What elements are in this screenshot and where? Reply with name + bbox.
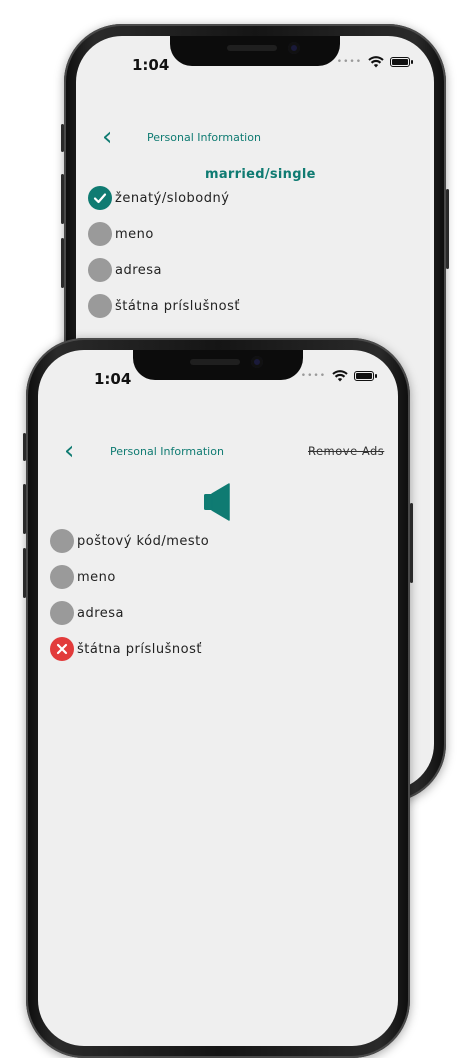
- radio-empty-icon: [88, 222, 112, 246]
- radio-empty-icon: [88, 294, 112, 318]
- volume-up-button: [61, 174, 64, 224]
- signal-icon: ••••: [336, 57, 362, 67]
- option-label: poštový kód/mesto: [77, 533, 210, 549]
- option-label: ženatý/slobodný: [115, 190, 230, 206]
- option-married-single[interactable]: ženatý/slobodný: [88, 186, 229, 210]
- status-time: 1:04: [132, 56, 170, 74]
- option-nationality[interactable]: štátna príslušnosť: [88, 294, 240, 318]
- check-icon: [88, 186, 112, 210]
- volume-down-button: [23, 548, 26, 598]
- status-icons: ••••: [300, 370, 377, 382]
- option-address[interactable]: adresa: [50, 601, 124, 625]
- signal-icon: ••••: [300, 371, 326, 381]
- option-label: štátna príslušnosť: [77, 641, 202, 657]
- option-label: adresa: [115, 262, 163, 278]
- front-phone-frame: 1:04 •••• ‹ Personal Information Remove …: [23, 338, 413, 1058]
- front-camera: [251, 356, 263, 368]
- side-button: [61, 124, 64, 152]
- volume-down-button: [61, 238, 64, 288]
- battery-icon: [390, 57, 413, 67]
- option-label: meno: [77, 569, 116, 585]
- option-label: štátna príslušnosť: [115, 298, 240, 314]
- nav-title: Personal Information: [110, 445, 224, 458]
- power-button: [410, 503, 413, 583]
- earpiece: [190, 359, 240, 365]
- wifi-icon: [368, 56, 384, 68]
- volume-up-button: [23, 484, 26, 534]
- nav-title: Personal Information: [147, 131, 261, 144]
- speaker-icon[interactable]: [203, 483, 231, 525]
- option-nationality[interactable]: štátna príslušnosť: [50, 637, 202, 661]
- status-time: 1:04: [94, 370, 132, 388]
- notch: [133, 350, 303, 380]
- cross-icon: [50, 637, 74, 661]
- wifi-icon: [332, 370, 348, 382]
- front-phone-screen: 1:04 •••• ‹ Personal Information Remove …: [38, 350, 398, 1046]
- option-name[interactable]: meno: [88, 222, 154, 246]
- status-icons: ••••: [336, 56, 413, 68]
- notch: [170, 36, 340, 66]
- back-button[interactable]: ‹: [102, 124, 112, 150]
- radio-empty-icon: [50, 529, 74, 553]
- battery-icon: [354, 371, 377, 381]
- option-label: adresa: [77, 605, 125, 621]
- option-postal-city[interactable]: poštový kód/mesto: [50, 529, 209, 553]
- radio-empty-icon: [50, 565, 74, 589]
- radio-empty-icon: [50, 601, 74, 625]
- back-button[interactable]: ‹: [64, 438, 74, 464]
- earpiece: [227, 45, 277, 51]
- side-button: [23, 433, 26, 461]
- question-heading: married/single: [205, 167, 316, 182]
- radio-empty-icon: [88, 258, 112, 282]
- option-label: meno: [115, 226, 154, 242]
- power-button: [446, 189, 449, 269]
- option-name[interactable]: meno: [50, 565, 116, 589]
- remove-ads-button[interactable]: Remove Ads: [308, 444, 384, 458]
- option-address[interactable]: adresa: [88, 258, 162, 282]
- front-camera: [288, 42, 300, 54]
